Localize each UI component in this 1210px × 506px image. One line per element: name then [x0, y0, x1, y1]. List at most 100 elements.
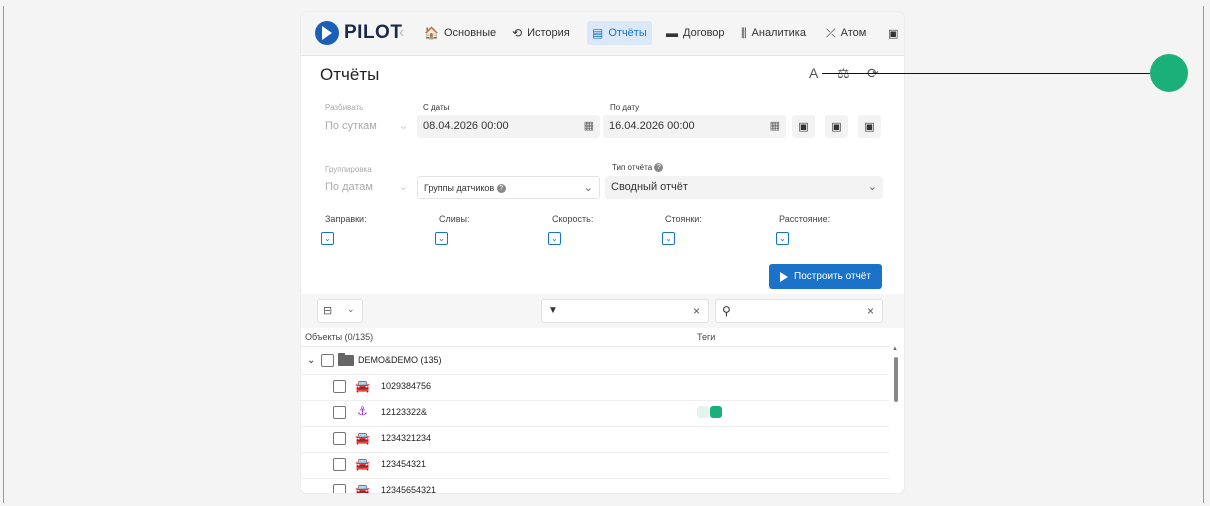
clear-filter-icon[interactable]: × — [693, 304, 700, 318]
anchor-icon: ⚓ — [357, 404, 368, 418]
tag-chip — [710, 406, 722, 418]
refuel-toggle[interactable]: ⌄ — [321, 232, 334, 245]
calendar-week-icon: ▣ — [831, 121, 842, 133]
search-input[interactable]: ⚲ × — [715, 299, 883, 323]
car-icon: 🚘 — [355, 379, 370, 393]
split-value: По суткам — [325, 120, 377, 132]
row-checkbox[interactable] — [333, 380, 346, 393]
tree-view-icon: ⊟ — [323, 305, 333, 317]
split-select: По суткам ⌄ — [319, 115, 414, 138]
row-checkbox[interactable] — [333, 484, 346, 493]
font-icon[interactable]: A — [809, 65, 818, 81]
nav-item-label: История — [527, 27, 570, 39]
group-checkbox[interactable] — [321, 354, 334, 367]
report-type-select[interactable]: Сводный отчёт ⌄ — [605, 176, 883, 199]
filter-input[interactable]: ▼ × — [541, 299, 709, 323]
date-to-value: 16.04.2026 00:00 — [609, 120, 695, 132]
date-to-input[interactable]: 16.04.2026 00:00 ▦ — [603, 115, 786, 138]
grouping-value: По датам — [325, 181, 373, 193]
objects-column-header[interactable]: Объекты (0/135) — [305, 332, 373, 342]
chevron-down-icon: ⌄ — [347, 304, 355, 314]
drain-toggle[interactable]: ⌄ — [435, 232, 448, 245]
play-icon — [780, 271, 789, 282]
report-type-label: Тип отчёта ? — [612, 163, 664, 173]
help-icon[interactable]: ? — [496, 184, 506, 194]
report-type-label-text: Тип отчёта — [612, 163, 653, 172]
contract-icon: ▬ — [666, 26, 678, 40]
table-row[interactable]: ⚓ 12123322& — [301, 400, 889, 427]
parking-toggle[interactable]: ⌄ — [662, 232, 675, 245]
chevron-down-icon: ⌄ — [867, 181, 877, 193]
drain-label: Сливы: — [439, 214, 470, 224]
tree-view-select[interactable]: ⊟ ⌄ — [317, 299, 363, 323]
sensor-groups-placeholder: Группы датчиков — [424, 183, 495, 193]
date-to-label: По дату — [610, 103, 640, 112]
nav-back-icon[interactable]: ‹ — [399, 24, 404, 42]
table-row[interactable]: 🚘 1234321234 — [301, 426, 889, 453]
build-report-button[interactable]: Построить отчёт — [769, 264, 882, 289]
search-icon: ⚲ — [722, 304, 731, 318]
atom-icon: ⤫ — [826, 25, 836, 40]
help-icon[interactable]: ? — [654, 163, 664, 173]
date-from-label: С даты — [423, 103, 450, 112]
calendar-week-button[interactable]: ▣ — [825, 115, 848, 138]
split-label: Разбивать — [325, 103, 364, 112]
nav-item-analytics[interactable]: ⫼ Аналитика — [736, 21, 811, 45]
tag-chip — [697, 406, 709, 418]
nav-item-reports[interactable]: ▤ Отчёты — [587, 21, 652, 45]
tags-column-header[interactable]: Теги — [697, 332, 715, 342]
calendar-month-button[interactable]: ▣ — [858, 115, 881, 138]
date-from-value: 08.04.2026 00:00 — [423, 120, 509, 132]
scroll-up-icon[interactable]: ▲ — [892, 346, 898, 352]
table-row[interactable]: 🚘 123454321 — [301, 452, 889, 479]
chevron-down-icon: ⌄ — [398, 181, 408, 193]
row-checkbox[interactable] — [333, 432, 346, 445]
scrollbar-thumb[interactable] — [894, 357, 898, 402]
table-row[interactable]: 🚘 1029384756 — [301, 374, 889, 401]
build-report-label: Построить отчёт — [794, 271, 871, 282]
home-icon: 🏠 — [424, 26, 439, 40]
nav-item-atom[interactable]: ⤫ Атом — [821, 21, 871, 45]
nav-item-main[interactable]: 🏠 Основные — [419, 21, 501, 45]
distance-label: Расстояние: — [779, 214, 831, 224]
parking-label: Стоянки: — [665, 214, 702, 224]
history-icon: ⟲ — [512, 26, 523, 40]
chevron-down-icon[interactable]: ⌄ — [307, 355, 315, 366]
bus-icon[interactable]: ▣ — [883, 21, 903, 45]
object-name: 12123322& — [381, 407, 428, 417]
row-checkbox[interactable] — [333, 406, 346, 419]
date-from-input[interactable]: 08.04.2026 00:00 ▦ — [417, 115, 600, 138]
callout-marker — [1150, 54, 1188, 92]
nav-item-contract[interactable]: ▬ Договор — [661, 21, 730, 45]
grouping-label: Группировка — [325, 165, 372, 174]
nav-item-label: Отчёты — [608, 27, 647, 39]
top-nav: PILOT ‹ 🏠 Основные ⟲ История ▤ Отчёты ▬ … — [301, 12, 904, 56]
row-checkbox[interactable] — [333, 458, 346, 471]
clear-search-icon[interactable]: × — [867, 304, 874, 318]
object-name: 123454321 — [381, 459, 427, 469]
car-icon: 🚘 — [355, 457, 370, 471]
filter-icon: ▼ — [548, 305, 558, 316]
calendar-icon[interactable]: ▦ — [770, 119, 780, 132]
speed-toggle[interactable]: ⌄ — [548, 232, 561, 245]
header-divider — [301, 346, 889, 347]
object-name: 12345654321 — [381, 485, 437, 493]
nav-item-label: Договор — [683, 27, 725, 39]
calendar-icon[interactable]: ▦ — [584, 119, 594, 132]
distance-toggle[interactable]: ⌄ — [776, 232, 789, 245]
report-type-value: Сводный отчёт — [611, 181, 688, 193]
pilot-logo[interactable]: PILOT — [315, 20, 402, 46]
tree-group-row[interactable]: ⌄ DEMO&DEMO (135) — [301, 348, 889, 375]
analytics-icon: ⫼ — [741, 25, 747, 40]
sensor-groups-select[interactable]: Группы датчиков ? ⌄ — [417, 176, 600, 199]
callout-line — [822, 73, 1154, 74]
table-row[interactable]: 🚘 12345654321 — [301, 478, 889, 493]
nav-item-label: Атом — [840, 27, 867, 39]
group-name: DEMO&DEMO (135) — [358, 355, 442, 365]
calendar-day-button[interactable]: ▣ — [792, 115, 815, 138]
logo-text: PILOT — [344, 22, 403, 43]
folder-icon — [338, 353, 354, 366]
car-icon: 🚘 — [355, 483, 370, 493]
nav-item-history[interactable]: ⟲ История — [507, 21, 575, 45]
app-panel: PILOT ‹ 🏠 Основные ⟲ История ▤ Отчёты ▬ … — [301, 12, 904, 493]
